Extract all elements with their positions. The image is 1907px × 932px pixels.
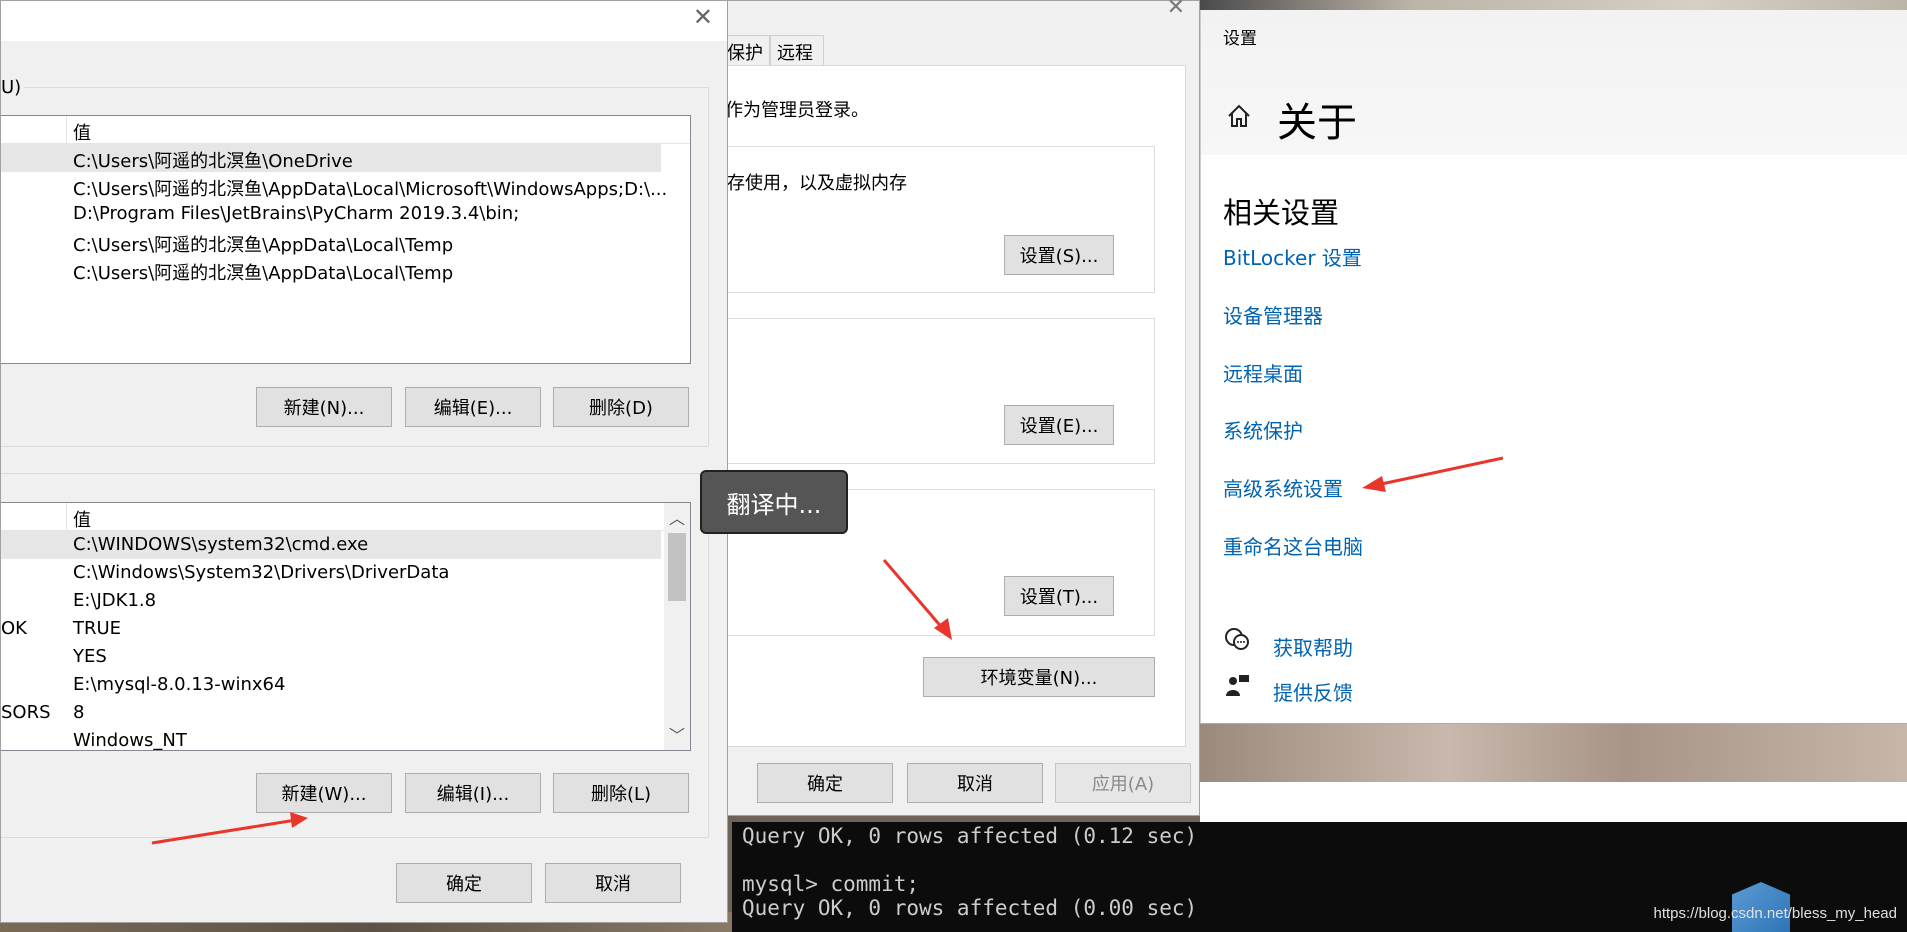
table-row[interactable]: C:\Windows\System32\Drivers\DriverData xyxy=(1,559,661,587)
terminal-line: Query OK, 0 rows affected (0.12 sec) xyxy=(742,824,1198,848)
variable-value: C:\Users\阿遥的北溟鱼\AppData\Local\Temp xyxy=(73,235,454,256)
translating-toast: 翻译中... xyxy=(700,470,848,534)
list-header: 值 xyxy=(1,116,690,144)
tab-protection[interactable]: 保护 xyxy=(721,35,770,65)
terminal-line: mysql> commit; xyxy=(742,872,920,896)
system-protection-link[interactable]: 系统保护 xyxy=(1223,415,1303,444)
system-variables-list[interactable]: 值 C:\WINDOWS\system32\cmd.exe C:\Windows… xyxy=(1,502,691,751)
variable-value: YES xyxy=(73,646,107,667)
user-new-button[interactable]: 新建(N)... xyxy=(256,387,392,427)
user-profiles-group: 设置(E)... xyxy=(721,318,1155,464)
table-row[interactable]: SORS 8 xyxy=(1,699,661,727)
variable-value: 8 xyxy=(73,702,85,723)
terminal-line: Query OK, 0 rows affected (0.00 sec) xyxy=(742,896,1198,920)
apply-button[interactable]: 应用(A) xyxy=(1055,763,1191,803)
variable-value: TRUE xyxy=(73,618,122,639)
environment-variables-dialog: ✕ U) 值 C:\Users\阿遥的北溟鱼\OneDrive C:\Users… xyxy=(0,0,728,923)
variable-value: C:\Users\阿遥的北溟鱼\AppData\Local\Microsoft\… xyxy=(73,179,668,200)
home-icon[interactable] xyxy=(1225,102,1253,130)
table-row[interactable]: E:\JDK1.8 xyxy=(1,587,661,615)
system-edit-button[interactable]: 编辑(I)... xyxy=(405,773,541,813)
user-variables-list[interactable]: 值 C:\Users\阿遥的北溟鱼\OneDrive C:\Users\阿遥的北… xyxy=(1,115,691,364)
performance-settings-button[interactable]: 设置(S)... xyxy=(1004,235,1114,275)
column-divider[interactable] xyxy=(66,503,67,531)
bitlocker-link[interactable]: BitLocker 设置 xyxy=(1223,242,1362,271)
rename-pc-link[interactable]: 重命名这台电脑 xyxy=(1223,531,1363,560)
table-row[interactable]: YES xyxy=(1,643,661,671)
variable-value: C:\Users\阿遥的北溟鱼\AppData\Local\Temp xyxy=(73,263,454,284)
advanced-system-settings-link[interactable]: 高级系统设置 xyxy=(1223,473,1343,502)
user-edit-button[interactable]: 编辑(E)... xyxy=(405,387,541,427)
variable-value: Windows_NT xyxy=(73,730,187,751)
watermark: https://blog.csdn.net/bless_my_head xyxy=(1653,905,1898,922)
variable-name: OK xyxy=(1,618,27,639)
get-help-link[interactable]: 获取帮助 xyxy=(1273,632,1353,661)
page-title: 关于 xyxy=(1277,100,1357,146)
give-feedback-link[interactable]: 提供反馈 xyxy=(1273,677,1353,706)
table-row[interactable]: C:\Users\阿遥的北溟鱼\AppData\Local\Temp xyxy=(1,256,661,284)
settings-window: 设置 关于 相关设置 BitLocker 设置 设备管理器 远程桌面 系统保护 … xyxy=(1200,10,1907,724)
variable-value: C:\Users\阿遥的北溟鱼\OneDrive xyxy=(73,151,353,172)
env-ok-button[interactable]: 确定 xyxy=(396,863,532,903)
tab-bar: 保护 远程 xyxy=(721,35,824,65)
system-properties-dialog: ✕ 保护 远程 作为管理员登录。 存使用，以及虚拟内存 设置(S)... 设置(… xyxy=(720,0,1200,816)
feedback-icon xyxy=(1226,675,1249,696)
table-row[interactable]: E:\mysql-8.0.13-winx64 xyxy=(1,671,661,699)
performance-group: 存使用，以及虚拟内存 设置(S)... xyxy=(721,146,1155,293)
remote-desktop-link[interactable]: 远程桌面 xyxy=(1223,358,1303,387)
system-delete-button[interactable]: 删除(L) xyxy=(553,773,689,813)
app-title: 设置 xyxy=(1223,29,1257,49)
value-column-header[interactable]: 值 xyxy=(73,119,91,145)
table-row[interactable]: C:\Users\阿遥的北溟鱼\OneDrive xyxy=(1,144,661,172)
column-divider[interactable] xyxy=(66,116,67,144)
scrollbar-thumb[interactable] xyxy=(668,533,686,601)
table-row[interactable]: C:\Users\阿遥的北溟鱼\AppData\Local\Microsoft\… xyxy=(1,172,667,200)
variable-value: C:\WINDOWS\system32\cmd.exe xyxy=(73,534,369,555)
vertical-scrollbar[interactable]: ︿ ﹀ xyxy=(664,503,690,750)
desktop-background-top xyxy=(1200,0,1907,10)
ok-button[interactable]: 确定 xyxy=(757,763,893,803)
user-profiles-settings-button[interactable]: 设置(E)... xyxy=(1004,405,1114,445)
dialog-titlebar xyxy=(1,1,727,41)
admin-note: 作为管理员登录。 xyxy=(725,100,869,121)
environment-variables-button[interactable]: 环境变量(N)... xyxy=(923,657,1155,697)
chat-bubbles-icon xyxy=(1225,628,1249,650)
user-variables-label: U) xyxy=(1,77,25,98)
device-manager-link[interactable]: 设备管理器 xyxy=(1223,300,1323,329)
variable-name: SORS xyxy=(1,702,51,723)
variable-value: D:\Program Files\JetBrains\PyCharm 2019.… xyxy=(73,203,520,224)
variable-value: E:\JDK1.8 xyxy=(73,590,157,611)
list-header: 值 xyxy=(1,503,690,531)
table-row[interactable]: D:\Program Files\JetBrains\PyCharm 2019.… xyxy=(1,200,661,228)
desktop-background-band xyxy=(1200,782,1907,822)
variable-value: E:\mysql-8.0.13-winx64 xyxy=(73,674,286,695)
user-delete-button[interactable]: 删除(D) xyxy=(553,387,689,427)
table-row[interactable]: OK TRUE xyxy=(1,615,661,643)
advanced-tab-panel: 作为管理员登录。 存使用，以及虚拟内存 设置(S)... 设置(E)... 设置… xyxy=(721,65,1186,747)
desktop-background-photo xyxy=(1200,724,1907,782)
variable-value: C:\Windows\System32\Drivers\DriverData xyxy=(73,562,450,583)
close-icon[interactable]: ✕ xyxy=(693,3,713,31)
table-row[interactable]: C:\Users\阿遥的北溟鱼\AppData\Local\Temp xyxy=(1,228,661,256)
system-new-button[interactable]: 新建(W)... xyxy=(256,773,392,813)
chevron-up-icon[interactable]: ︿ xyxy=(664,505,690,531)
section-title: 相关设置 xyxy=(1223,196,1340,230)
chevron-down-icon[interactable]: ﹀ xyxy=(664,722,690,748)
settings-header: 设置 关于 xyxy=(1201,10,1907,155)
close-icon[interactable]: ✕ xyxy=(1167,0,1185,20)
table-row[interactable]: Windows_NT xyxy=(1,727,661,751)
tab-remote[interactable]: 远程 xyxy=(770,35,824,65)
cancel-button[interactable]: 取消 xyxy=(907,763,1043,803)
startup-settings-button[interactable]: 设置(T)... xyxy=(1004,576,1114,616)
value-column-header[interactable]: 值 xyxy=(73,506,91,532)
env-cancel-button[interactable]: 取消 xyxy=(545,863,681,903)
table-row[interactable]: C:\WINDOWS\system32\cmd.exe xyxy=(1,531,661,559)
performance-description: 存使用，以及虚拟内存 xyxy=(727,173,907,194)
